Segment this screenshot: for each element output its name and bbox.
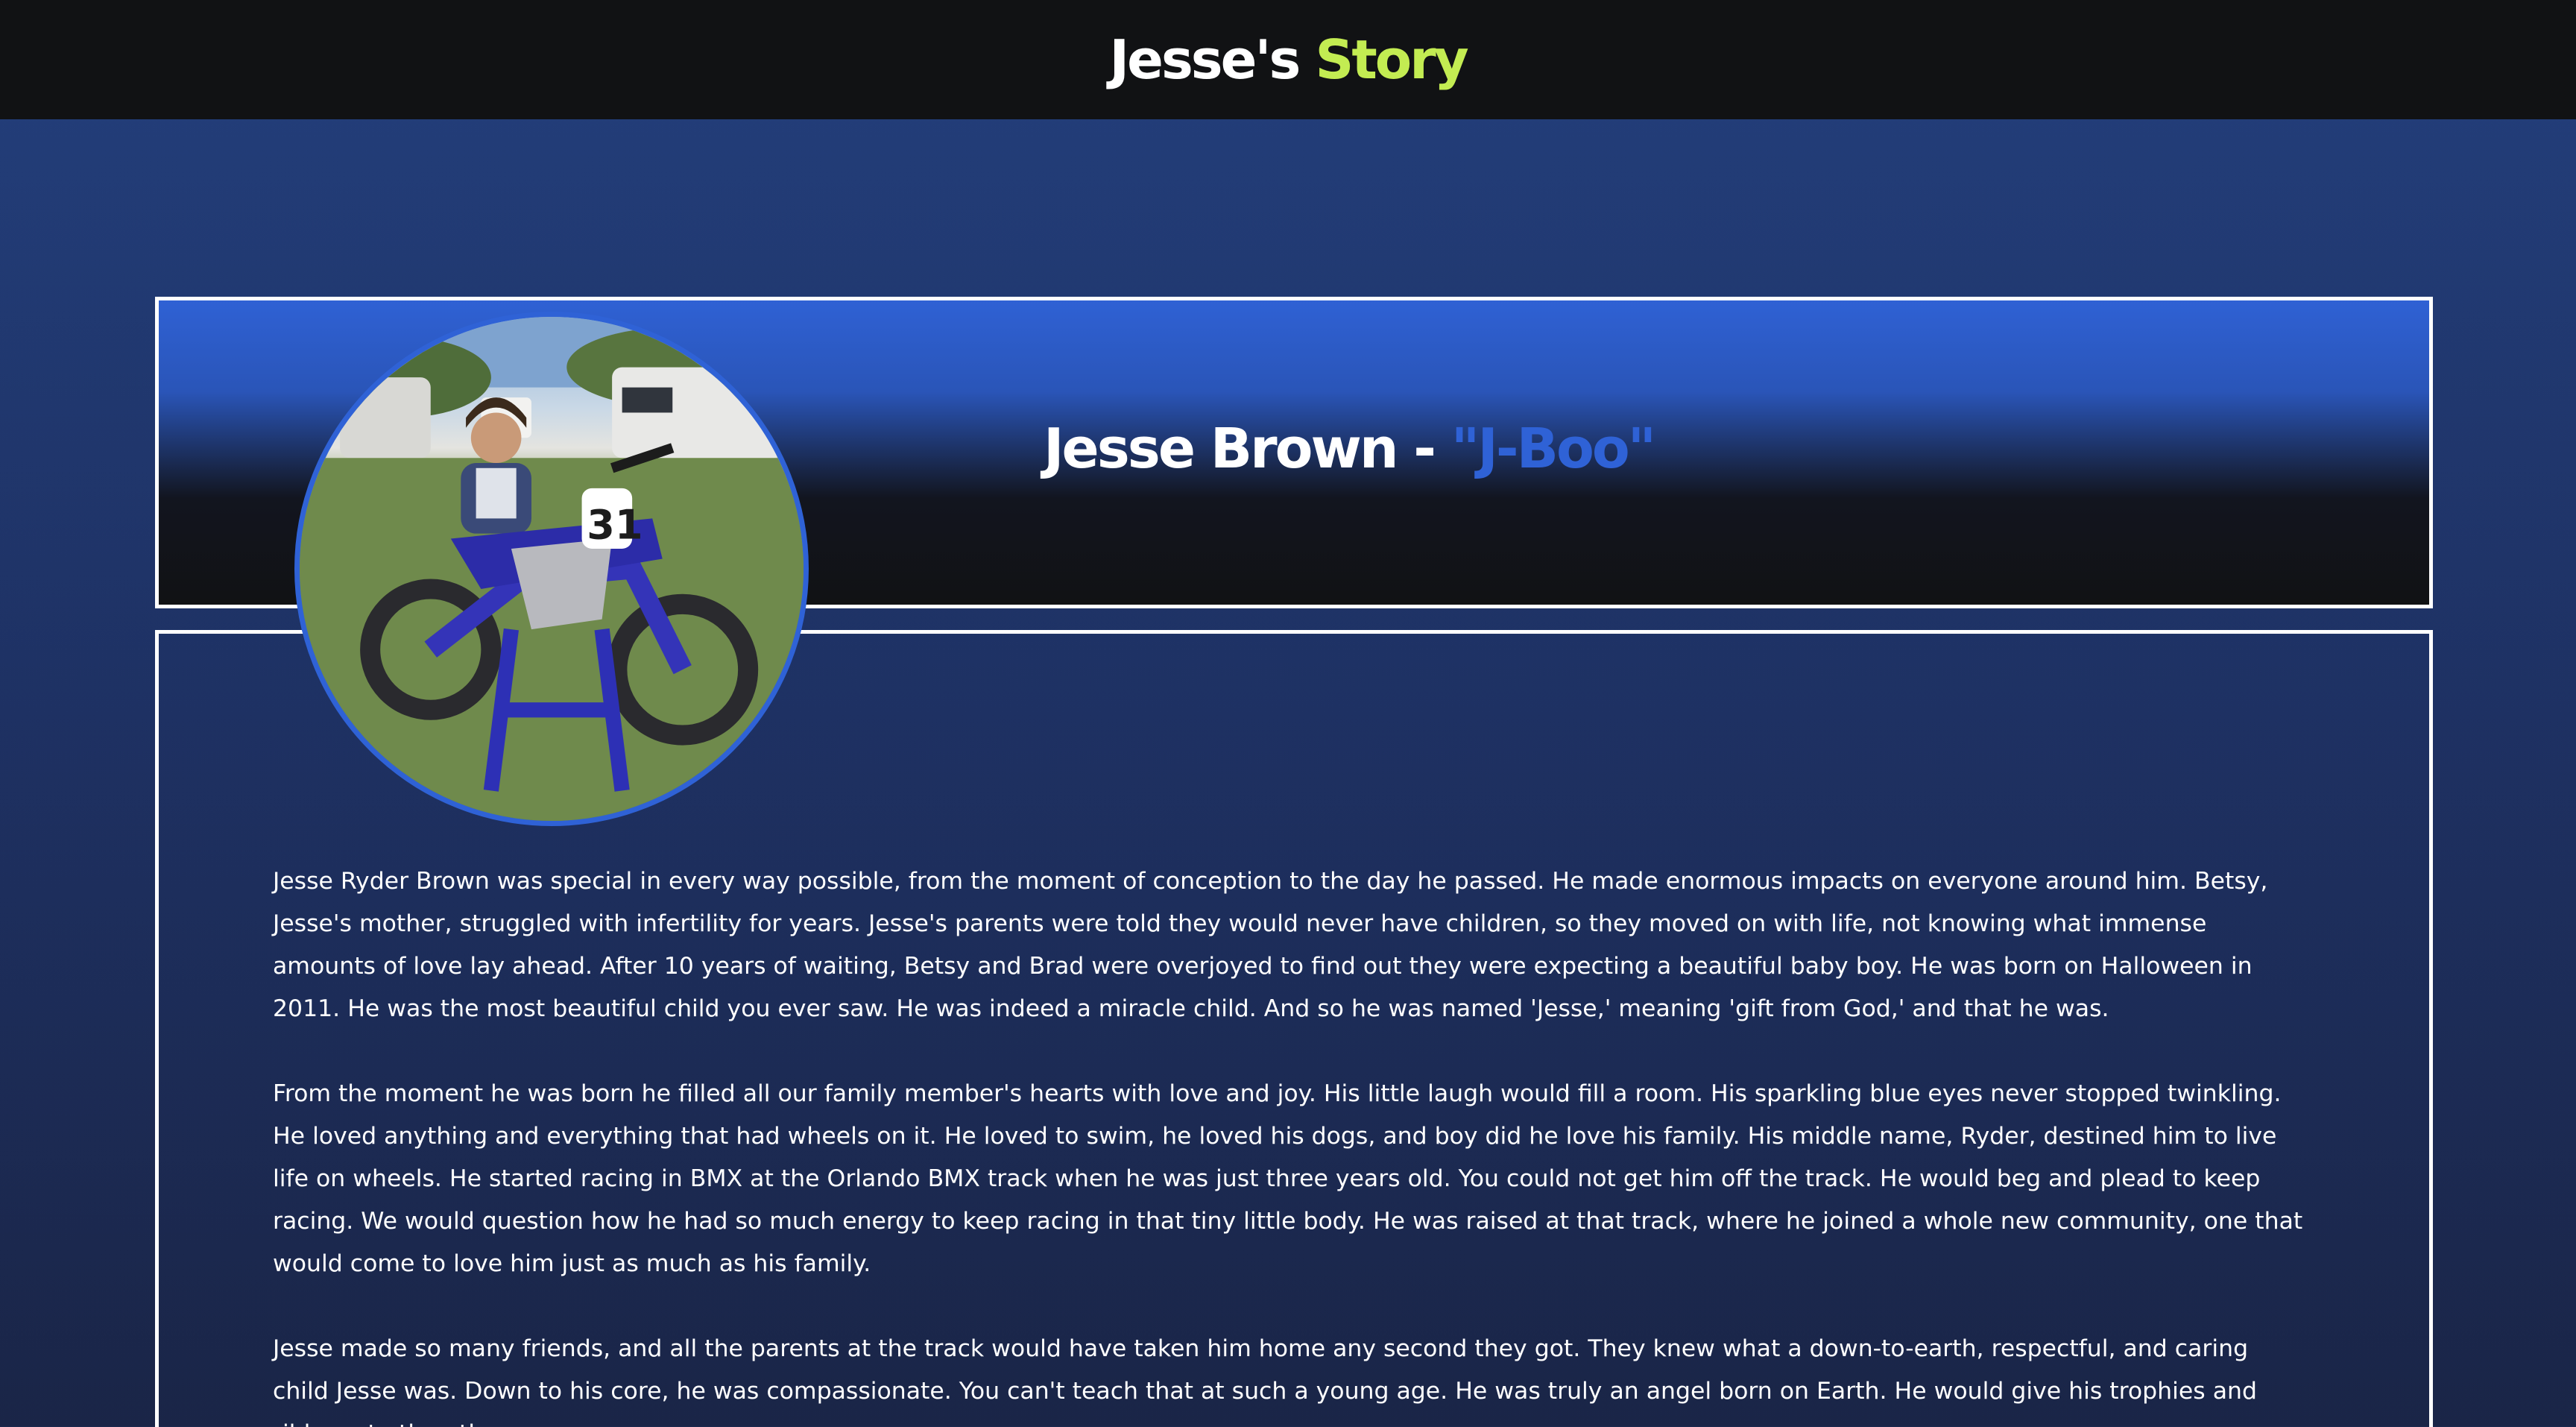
story-paragraph: From the moment he was born he filled al… <box>273 1080 2303 1277</box>
story-paragraph: Jesse Ryder Brown was special in every w… <box>273 868 2268 1022</box>
profile-photo: 31 <box>294 312 809 826</box>
portrait-photo-icon: 31 <box>300 317 804 821</box>
site-title-accent: Story <box>1315 28 1468 91</box>
story-content: Jesse Ryder Brown was special in every w… <box>273 860 2308 1427</box>
profile-name: Jesse Brown - "J-Boo" <box>1044 421 1656 476</box>
svg-text:31: 31 <box>587 501 643 548</box>
top-nav-bar: Jesse's Story <box>0 0 2576 119</box>
story-paragraph: Jesse made so many friends, and all the … <box>273 1335 2257 1427</box>
site-title-main: Jesse's <box>1109 28 1301 91</box>
profile-full-name: Jesse Brown - <box>1044 417 1436 481</box>
profile-nickname: "J-Boo" <box>1450 417 1656 481</box>
site-title[interactable]: Jesse's Story <box>1109 33 1468 86</box>
